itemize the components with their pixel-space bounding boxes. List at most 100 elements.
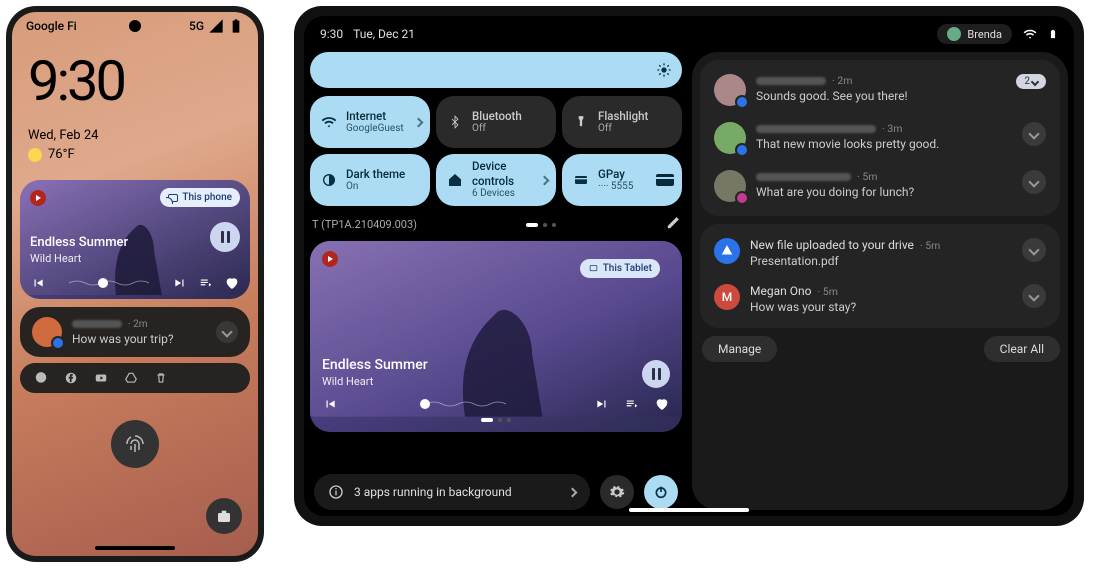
camera-cutout: [129, 20, 141, 32]
notification-row[interactable]: M Megan Ono · 5m How was your stay?: [706, 276, 1054, 322]
tile-device-controls[interactable]: Device controls6 Devices: [436, 154, 556, 206]
facebook-icon: [64, 371, 78, 385]
bluetooth-icon: [446, 113, 464, 131]
notification-card[interactable]: · 2m How was your trip?: [20, 307, 250, 357]
media-page-indicator: [322, 418, 670, 422]
app-icon: [714, 238, 740, 264]
settings-button[interactable]: [600, 475, 634, 509]
network-label: 5G: [189, 19, 204, 33]
scrubber[interactable]: [352, 400, 580, 408]
expand-button[interactable]: [1022, 238, 1046, 262]
profile-chip[interactable]: Brenda: [937, 24, 1012, 44]
manage-button[interactable]: Manage: [702, 336, 777, 362]
wifi-icon: [320, 113, 338, 131]
nav-handle[interactable]: [95, 546, 175, 550]
notif-time: · 2m: [128, 319, 147, 330]
power-button[interactable]: [644, 475, 678, 509]
quick-settings-panel: InternetGoogleGuest BluetoothOff Flashli…: [310, 52, 682, 510]
queue-button[interactable]: [624, 397, 640, 411]
battery-icon: [1048, 26, 1058, 42]
edit-tiles-button[interactable]: [666, 216, 680, 233]
prev-button[interactable]: [30, 276, 46, 290]
notification-row[interactable]: · 3m That new movie looks pretty good.: [706, 114, 1054, 162]
notif-body: That new movie looks pretty good.: [756, 137, 1012, 151]
chevron-right-icon: [414, 117, 424, 127]
tablet-icon: [588, 264, 599, 273]
tile-flashlight[interactable]: FlashlightOff: [562, 96, 682, 148]
battery-icon: [228, 18, 244, 34]
avatar: [714, 122, 746, 154]
chevron-right-icon: [568, 487, 578, 497]
expand-button[interactable]: [1022, 170, 1046, 194]
youtube-music-icon: [322, 251, 338, 267]
artist-name: Wild Heart: [322, 375, 428, 388]
phone-frame: Google Fi 5G 9:30 Wed, Feb 24 76°F: [6, 6, 264, 562]
brightness-slider[interactable]: [310, 52, 682, 88]
messenger-icon: [34, 371, 48, 385]
media-card[interactable]: This Tablet Endless Summer Wild Heart: [310, 241, 682, 432]
fingerprint-button[interactable]: [111, 420, 159, 468]
messages-badge-icon: [735, 95, 749, 109]
artist-name: Wild Heart: [30, 252, 128, 265]
output-chip[interactable]: This phone: [160, 188, 240, 207]
sender-name-redacted: [72, 320, 122, 328]
song-title: Endless Summer: [322, 357, 428, 373]
notification-row[interactable]: · 2m Sounds good. See you there! 2: [706, 66, 1054, 114]
next-button[interactable]: [594, 397, 610, 411]
dark-theme-icon: [320, 171, 338, 189]
page-indicator: [526, 223, 556, 227]
count-badge[interactable]: 2: [1016, 74, 1046, 89]
pause-button[interactable]: [642, 360, 670, 388]
tablet-frame: 9:30 Tue, Dec 21 Brenda: [294, 6, 1084, 526]
next-button[interactable]: [172, 276, 188, 290]
expand-button[interactable]: [1022, 122, 1046, 146]
brightness-icon: [654, 60, 674, 80]
messenger-badge-icon: [735, 191, 749, 205]
notif-body: How was your stay?: [750, 300, 1012, 314]
expand-button[interactable]: [216, 321, 238, 343]
status-time: 9:30: [320, 27, 343, 41]
tile-bluetooth[interactable]: BluetoothOff: [436, 96, 556, 148]
info-icon: [328, 484, 344, 500]
sender-name-redacted: [756, 125, 876, 133]
tile-internet[interactable]: InternetGoogleGuest: [310, 96, 430, 148]
nav-handle[interactable]: [629, 508, 749, 512]
tile-gpay[interactable]: GPay···· 5555: [562, 154, 682, 206]
wallet-button[interactable]: [206, 498, 242, 534]
notif-title: Megan Ono: [750, 284, 811, 298]
weather-icon: [28, 148, 42, 162]
weather-row[interactable]: 76°F: [28, 147, 258, 162]
youtube-music-icon: [30, 190, 46, 206]
avatar: [32, 317, 62, 347]
messages-badge-icon: [735, 143, 749, 157]
drive-icon: [124, 371, 138, 385]
media-card[interactable]: This phone Endless Summer Wild Heart: [20, 180, 250, 299]
favorite-button[interactable]: [654, 396, 670, 412]
notif-body: What are you doing for lunch?: [756, 185, 1012, 199]
notification-row[interactable]: New file uploaded to your drive · 5m Pre…: [706, 230, 1054, 276]
lock-clock: 9:30: [28, 48, 258, 114]
signal-icon: [208, 18, 224, 34]
notification-shelf[interactable]: [20, 363, 250, 393]
favorite-button[interactable]: [224, 275, 240, 291]
notification-group: New file uploaded to your drive · 5m Pre…: [700, 224, 1060, 328]
pause-button[interactable]: [210, 222, 240, 252]
prev-button[interactable]: [322, 397, 338, 411]
carrier-label: Google Fi: [26, 19, 77, 33]
profile-avatar: [947, 27, 961, 41]
temperature: 76°F: [48, 147, 75, 162]
output-chip[interactable]: This Tablet: [580, 259, 660, 278]
media-controls: [30, 275, 240, 291]
status-date: Tue, Dec 21: [353, 27, 415, 41]
queue-button[interactable]: [198, 276, 214, 290]
scrubber[interactable]: [56, 279, 162, 287]
notif-body: Presentation.pdf: [750, 254, 1012, 268]
avatar: [714, 170, 746, 202]
expand-button[interactable]: [1022, 284, 1046, 308]
tile-dark-theme[interactable]: Dark themeOn: [310, 154, 430, 206]
notification-row[interactable]: · 5m What are you doing for lunch?: [706, 162, 1054, 210]
clear-all-button[interactable]: Clear All: [984, 336, 1060, 362]
running-apps-row[interactable]: 3 apps running in background: [314, 474, 590, 510]
youtube-icon: [94, 371, 108, 385]
song-title: Endless Summer: [30, 235, 128, 250]
